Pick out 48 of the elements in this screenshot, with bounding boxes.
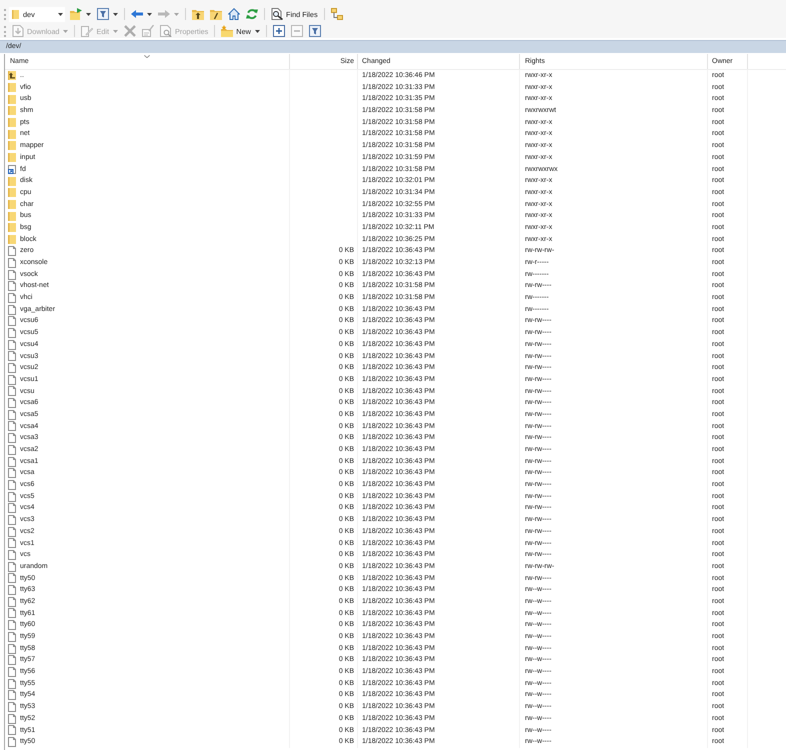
folder-icon bbox=[8, 234, 16, 244]
filter-icon bbox=[97, 8, 109, 20]
folder-icon bbox=[8, 153, 16, 162]
caret-icon bbox=[174, 12, 179, 16]
folder-icon bbox=[8, 223, 16, 232]
tree-button[interactable] bbox=[328, 7, 345, 21]
back-arrow-icon bbox=[131, 10, 143, 18]
select-button[interactable] bbox=[270, 24, 287, 38]
folder-icon bbox=[8, 141, 16, 150]
folder-icon bbox=[8, 83, 16, 92]
sort-chevron-icon bbox=[144, 55, 150, 58]
folder-icon bbox=[8, 200, 16, 209]
search-icon bbox=[271, 8, 283, 20]
shortcut-file-icon bbox=[8, 164, 16, 174]
filter-button[interactable] bbox=[95, 7, 120, 21]
forward-arrow-icon bbox=[158, 10, 170, 18]
folder-icon bbox=[8, 176, 16, 186]
refresh-icon bbox=[246, 8, 258, 20]
caret-icon bbox=[86, 12, 91, 16]
root-folder-icon bbox=[210, 8, 222, 20]
back-button[interactable] bbox=[129, 7, 154, 21]
folder-icon bbox=[8, 118, 16, 128]
filter-button[interactable] bbox=[306, 24, 323, 38]
delete-icon bbox=[124, 25, 136, 37]
folder-icon bbox=[8, 130, 16, 139]
refresh-button[interactable] bbox=[244, 7, 260, 21]
caret-icon bbox=[63, 30, 68, 32]
open-directory-button[interactable] bbox=[68, 7, 93, 21]
new-folder-icon bbox=[221, 25, 234, 37]
folder-icon bbox=[8, 188, 16, 198]
caret-icon bbox=[58, 12, 63, 16]
caret-icon bbox=[113, 12, 118, 16]
parent-folder-icon bbox=[8, 71, 16, 80]
folder-arrow-icon bbox=[70, 8, 82, 20]
tree-icon bbox=[330, 8, 343, 20]
parent-directory-button[interactable] bbox=[190, 7, 206, 21]
parent-folder-icon bbox=[192, 8, 204, 20]
root-directory-button[interactable] bbox=[208, 7, 224, 21]
folder-icon bbox=[8, 94, 16, 104]
home-button[interactable] bbox=[226, 7, 242, 21]
caret-icon bbox=[147, 12, 152, 16]
file-icon bbox=[8, 737, 16, 748]
folder-icon bbox=[8, 106, 16, 116]
caret-icon bbox=[254, 30, 260, 32]
caret-icon bbox=[113, 30, 118, 32]
folder-icon bbox=[12, 10, 19, 18]
home-icon bbox=[228, 8, 240, 20]
folder-icon bbox=[8, 212, 16, 221]
